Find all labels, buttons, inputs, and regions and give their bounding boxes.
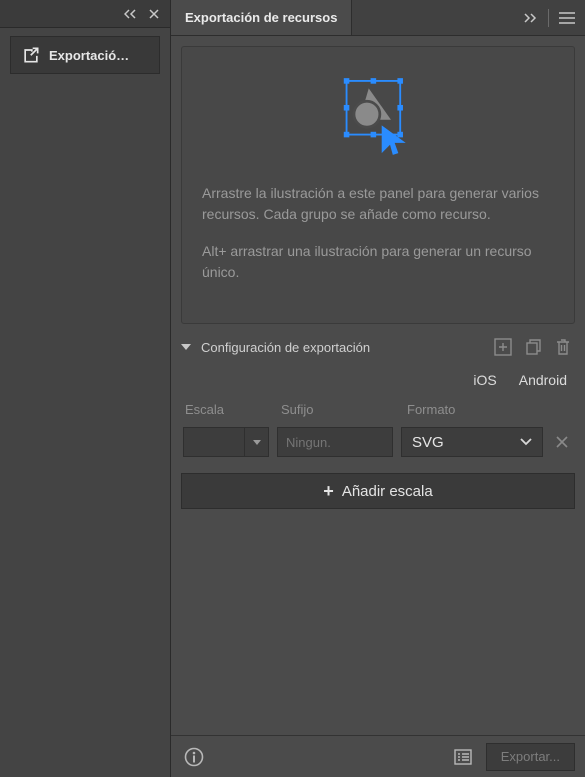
export-config-label: Configuración de exportación [201, 340, 485, 355]
add-scale-button[interactable]: + Añadir escala [181, 473, 575, 509]
left-header [0, 0, 170, 28]
close-icon[interactable] [146, 6, 162, 22]
scale-row: SVG [181, 427, 575, 457]
export-button-label: Exportar... [501, 749, 560, 764]
panel-footer: Exportar... [171, 735, 585, 777]
trash-icon[interactable] [551, 335, 575, 359]
sufijo-field[interactable] [277, 427, 393, 457]
info-icon[interactable] [181, 744, 207, 770]
escala-dropdown-icon[interactable] [245, 427, 269, 457]
separator [548, 9, 549, 27]
list-view-icon[interactable] [450, 744, 476, 770]
col-formato: Formato [407, 402, 571, 417]
formato-field[interactable]: SVG [401, 427, 543, 457]
add-grid-icon[interactable] [491, 335, 515, 359]
platform-android[interactable]: Android [519, 372, 567, 388]
columns-header: Escala Sufijo Formato [181, 400, 575, 421]
dropzone-illustration-icon [341, 75, 415, 159]
export-button[interactable]: Exportar... [486, 743, 575, 771]
plus-icon: + [323, 482, 334, 500]
tab-export-assets[interactable]: Exportación de recursos [171, 0, 352, 35]
panel-menu-icon[interactable] [559, 10, 575, 26]
dropzone-text-2: Alt+ arrastrar una ilustración para gene… [202, 241, 554, 283]
duplicate-icon[interactable] [521, 335, 545, 359]
col-escala: Escala [185, 402, 271, 417]
left-column: Exportació… [0, 0, 170, 777]
export-icon [21, 45, 41, 65]
drop-zone[interactable]: Arrastre la ilustración a este panel par… [181, 46, 575, 324]
export-panel: Exportación de recursos [170, 0, 585, 777]
sidebar-tab-export[interactable]: Exportació… [10, 36, 160, 74]
chevron-down-icon [181, 344, 191, 350]
expand-icon[interactable] [122, 6, 138, 22]
formato-value: SVG [412, 434, 444, 451]
tab-label: Exportación de recursos [185, 10, 337, 25]
dropzone-text-1: Arrastre la ilustración a este panel par… [202, 183, 554, 225]
chevron-down-icon [520, 438, 532, 446]
sidebar-tab-label: Exportació… [49, 48, 129, 63]
add-scale-label: Añadir escala [342, 483, 433, 500]
escala-field[interactable] [183, 427, 269, 457]
platform-row: iOS Android [181, 368, 575, 394]
collapse-icon[interactable] [522, 10, 538, 26]
col-sufijo: Sufijo [281, 402, 397, 417]
tab-bar: Exportación de recursos [171, 0, 585, 36]
export-config-header[interactable]: Configuración de exportación [181, 332, 575, 362]
platform-ios[interactable]: iOS [473, 372, 496, 388]
remove-row-icon[interactable] [551, 431, 573, 453]
